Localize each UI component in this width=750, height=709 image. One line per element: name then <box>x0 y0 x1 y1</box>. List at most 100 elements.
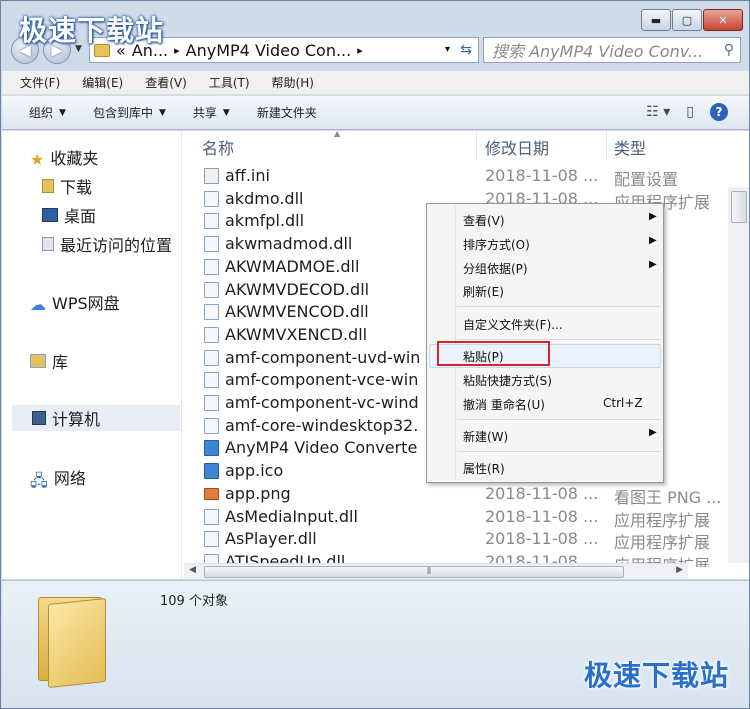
file-date: 2018-11-08 ... <box>485 506 599 526</box>
star-icon: ★ <box>30 150 45 169</box>
file-name: amf-component-vce-win <box>225 370 419 390</box>
submenu-arrow-icon: ▶ <box>649 211 657 222</box>
shortcut-label: Ctrl+Z <box>603 396 643 410</box>
dll-file-icon <box>204 531 219 548</box>
column-header-name[interactable]: 名称 <box>202 135 234 159</box>
submenu-arrow-icon: ▶ <box>649 259 657 270</box>
breadcrumb-separator[interactable]: ▸ <box>174 44 180 57</box>
file-row[interactable]: AsMediaInput.dll 2018-11-08 ... 应用程序扩展 <box>184 506 749 530</box>
preview-pane-icon[interactable]: ▯ <box>686 104 694 120</box>
search-icon[interactable]: ⚲ <box>724 42 734 58</box>
column-header-type[interactable]: 类型 <box>614 135 646 159</box>
menu-bar: 文件(F) 编辑(E) 查看(V) 工具(T) 帮助(H) <box>2 71 749 95</box>
maximize-button[interactable]: ▢ <box>672 9 702 31</box>
breadcrumb-current[interactable]: AnyMP4 Video Con... <box>186 41 352 60</box>
scroll-left-icon[interactable]: ◀ <box>189 565 196 575</box>
file-name: AsPlayer.dll <box>225 529 317 549</box>
menu-item-properties[interactable]: 属性(R) <box>463 460 505 477</box>
file-name: app.png <box>225 483 291 503</box>
file-row[interactable]: AsPlayer.dll 2018-11-08 ... 应用程序扩展 <box>184 528 749 552</box>
dll-file-icon <box>204 213 219 230</box>
menu-item-refresh[interactable]: 刷新(E) <box>463 283 504 300</box>
column-header-date[interactable]: 修改日期 <box>485 135 549 159</box>
vertical-scrollbar[interactable] <box>728 187 749 563</box>
dll-file-icon <box>204 508 219 525</box>
nav-recent[interactable]: 最近访问的位置 <box>42 232 172 256</box>
nav-network[interactable]: 🖧 网络 <box>30 465 86 490</box>
menu-file[interactable]: 文件(F) <box>20 74 60 91</box>
title-buttons: ▬ ▢ ✕ <box>641 9 743 31</box>
folder-large-icon <box>38 587 110 689</box>
column-divider[interactable] <box>606 131 607 161</box>
menu-tools[interactable]: 工具(T) <box>209 74 250 91</box>
nav-downloads-label: 下载 <box>60 178 93 197</box>
share-button[interactable]: 共享 ▼ <box>193 104 230 121</box>
close-button[interactable]: ✕ <box>703 9 743 31</box>
menu-help[interactable]: 帮助(H) <box>272 74 314 91</box>
nav-library[interactable]: 库 <box>30 349 68 373</box>
menu-view[interactable]: 查看(V) <box>145 74 187 91</box>
file-name: AKWMVENCOD.dll <box>225 302 369 322</box>
menu-item-new[interactable]: 新建(W) ▶ <box>463 427 657 445</box>
refresh-icon[interactable]: ⇆ <box>460 42 472 58</box>
horizontal-scrollbar[interactable]: ◀ ⦀ ▶ <box>184 563 688 579</box>
menu-item-group[interactable]: 分组依据(P) ▶ <box>463 259 657 277</box>
chevron-down-icon: ▼ <box>158 107 166 118</box>
watermark-top: 极速下载站 <box>19 14 165 47</box>
breadcrumb-separator-end[interactable]: ▸ <box>357 44 363 57</box>
menu-edit[interactable]: 编辑(E) <box>82 74 123 91</box>
menu-item-new-label: 新建(W) <box>463 430 509 444</box>
new-folder-button[interactable]: 新建文件夹 <box>257 104 317 121</box>
file-type: 应用程序扩展 <box>614 510 711 530</box>
view-options-icon[interactable]: ☷ ▾ <box>646 104 670 120</box>
dll-file-icon <box>204 281 219 298</box>
recent-places-icon <box>42 237 54 251</box>
nav-favorites-label: 收藏夹 <box>50 149 99 168</box>
address-dropdown[interactable]: ▾ <box>445 44 450 55</box>
file-date: 2018-11-08 ... <box>485 166 599 185</box>
grip-icon: ⦀ <box>427 567 431 577</box>
dll-file-icon <box>204 395 219 411</box>
nav-wps[interactable]: ☁ WPS网盘 <box>30 290 120 314</box>
file-type: 配置设置 <box>614 170 679 189</box>
config-file-icon <box>204 168 219 184</box>
submenu-arrow-icon: ▶ <box>649 235 657 246</box>
watermark-bottom: 极速下载站 <box>583 659 729 692</box>
file-date: 2018-11-08 ... <box>485 483 599 503</box>
help-icon[interactable]: ? <box>710 103 728 121</box>
scrollbar-thumb[interactable] <box>731 191 747 223</box>
nav-wps-label: WPS网盘 <box>52 294 120 313</box>
file-row[interactable]: app.png 2018-11-08 ... 看图王 PNG ... <box>184 483 749 507</box>
new-folder-label: 新建文件夹 <box>256 106 317 120</box>
command-bar: 组织 ▼ 包含到库中 ▼ 共享 ▼ 新建文件夹 ☷ ▾ ▯ ? <box>2 96 749 130</box>
ico-file-icon <box>204 463 219 480</box>
nav-downloads[interactable]: 下载 <box>42 174 92 198</box>
organize-label: 组织 <box>29 106 54 120</box>
search-input[interactable]: 搜索 AnyMP4 Video Conv... ⚲ <box>483 37 741 63</box>
menu-item-customize[interactable]: 自定义文件夹(F)... <box>463 316 563 333</box>
folder-icon <box>42 179 54 193</box>
minimize-button[interactable]: ▬ <box>641 9 671 31</box>
organize-button[interactable]: 组织 ▼ <box>29 104 66 121</box>
nav-favorites[interactable]: ★ 收藏夹 <box>30 145 98 169</box>
dll-file-icon <box>204 304 219 321</box>
scrollbar-thumb[interactable]: ⦀ <box>204 566 624 578</box>
menu-item-paste-shortcut[interactable]: 粘贴快捷方式(S) <box>463 372 552 389</box>
cloud-icon: ☁ <box>30 295 46 314</box>
nav-desktop[interactable]: 桌面 <box>42 203 96 227</box>
menu-item-undo-rename[interactable]: 撤消 重命名(U) Ctrl+Z <box>463 396 643 413</box>
menu-item-view[interactable]: 查看(V) ▶ <box>463 211 657 229</box>
menu-separator <box>457 339 661 340</box>
menu-item-undo-label: 撤消 重命名(U) <box>463 398 545 412</box>
menu-item-view-label: 查看(V) <box>463 214 505 228</box>
nav-computer[interactable]: 计算机 <box>12 405 180 431</box>
desktop-icon <box>42 208 58 222</box>
menu-item-sort[interactable]: 排序方式(O) ▶ <box>463 235 657 253</box>
scroll-right-icon[interactable]: ▶ <box>676 565 683 575</box>
include-library-button[interactable]: 包含到库中 ▼ <box>93 104 166 121</box>
column-divider[interactable] <box>476 131 477 161</box>
file-row[interactable]: aff.ini 2018-11-08 ... 配置设置 <box>184 165 749 189</box>
file-name: AnyMP4 Video Converte <box>225 438 418 458</box>
png-file-icon <box>204 487 219 500</box>
dll-file-icon <box>204 236 219 253</box>
